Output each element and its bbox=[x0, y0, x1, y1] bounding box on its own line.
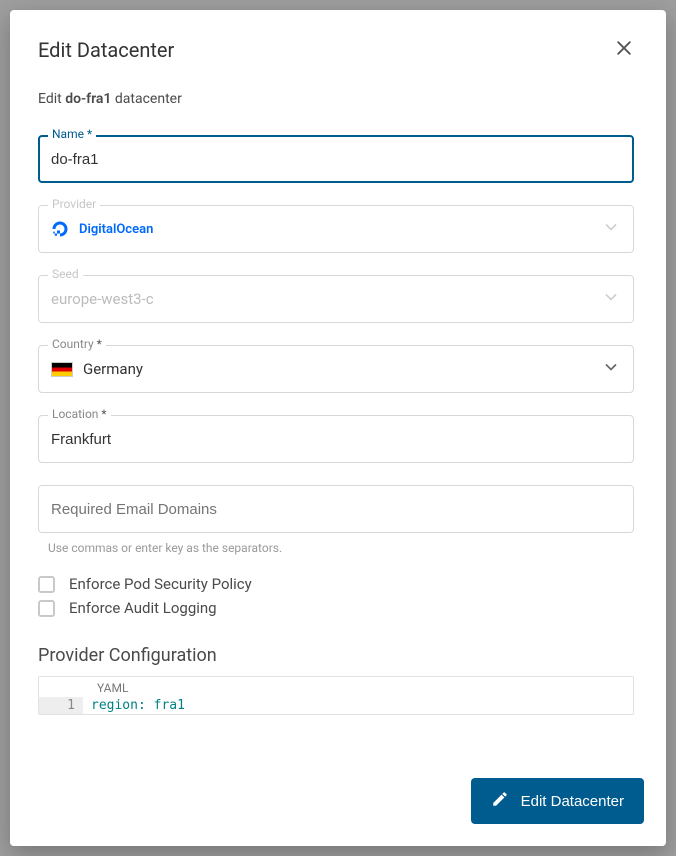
seed-label: Seed bbox=[48, 267, 83, 281]
email-domains-field: Use commas or enter key as the separator… bbox=[38, 485, 634, 555]
yaml-line-1: 1 region: fra1 bbox=[39, 697, 633, 714]
location-input[interactable] bbox=[51, 417, 621, 461]
seed-field: Seed europe-west3-c bbox=[38, 275, 634, 323]
country-label: Country * bbox=[48, 337, 106, 351]
name-input-wrapper bbox=[38, 135, 634, 183]
enforce-audit-logging-row: Enforce Audit Logging bbox=[38, 599, 634, 617]
enforce-audit-logging-checkbox[interactable] bbox=[38, 600, 55, 617]
line-number: 1 bbox=[39, 697, 83, 714]
country-field: Country * Germany bbox=[38, 345, 634, 393]
dialog-title: Edit Datacenter bbox=[38, 38, 174, 62]
pencil-icon bbox=[491, 790, 521, 812]
name-label: Name * bbox=[48, 127, 96, 141]
name-input[interactable] bbox=[51, 137, 621, 181]
location-input-wrapper bbox=[38, 415, 634, 463]
enforce-pod-security-checkbox[interactable] bbox=[38, 576, 55, 593]
subtitle-prefix: Edit bbox=[38, 91, 65, 107]
provider-select: DigitalOcean bbox=[38, 205, 634, 253]
seed-value: europe-west3-c bbox=[51, 290, 154, 308]
digitalocean-icon bbox=[51, 220, 69, 238]
edit-datacenter-dialog: Edit Datacenter Edit do-fra1 datacenter … bbox=[10, 10, 666, 846]
chevron-down-icon bbox=[601, 357, 621, 381]
subtitle-suffix: datacenter bbox=[111, 91, 181, 107]
subtitle-name: do-fra1 bbox=[65, 91, 111, 107]
location-label: Location * bbox=[48, 407, 111, 421]
email-domains-hint: Use commas or enter key as the separator… bbox=[48, 541, 634, 555]
location-field: Location * bbox=[38, 415, 634, 463]
provider-value: DigitalOcean bbox=[79, 222, 153, 237]
yaml-editor[interactable]: YAML 1 region: fra1 bbox=[38, 676, 634, 715]
seed-select: europe-west3-c bbox=[38, 275, 634, 323]
edit-datacenter-button[interactable]: Edit Datacenter bbox=[471, 778, 644, 824]
dialog-header: Edit Datacenter bbox=[10, 10, 666, 79]
dialog-footer: Edit Datacenter bbox=[10, 764, 666, 846]
name-field: Name * bbox=[38, 135, 634, 183]
provider-label: Provider bbox=[48, 197, 100, 211]
enforce-pod-security-label: Enforce Pod Security Policy bbox=[69, 575, 252, 593]
country-select[interactable]: Germany bbox=[38, 345, 634, 393]
provider-config-heading: Provider Configuration bbox=[38, 645, 634, 666]
country-value: Germany bbox=[83, 360, 143, 378]
chevron-down-icon bbox=[601, 217, 621, 241]
email-domains-input[interactable] bbox=[51, 487, 621, 531]
submit-label: Edit Datacenter bbox=[521, 793, 624, 810]
yaml-tab[interactable]: YAML bbox=[83, 679, 142, 697]
email-domains-input-wrapper bbox=[38, 485, 634, 533]
dialog-body[interactable]: Edit do-fra1 datacenter Name * Provider … bbox=[10, 79, 662, 764]
chevron-down-icon bbox=[601, 287, 621, 311]
close-button[interactable] bbox=[610, 34, 638, 65]
provider-field: Provider DigitalOcean bbox=[38, 205, 634, 253]
dialog-subtitle: Edit do-fra1 datacenter bbox=[38, 91, 634, 107]
yaml-content[interactable]: region: fra1 bbox=[83, 697, 193, 714]
germany-flag-icon bbox=[51, 362, 73, 377]
close-icon bbox=[614, 46, 634, 61]
enforce-audit-logging-label: Enforce Audit Logging bbox=[69, 599, 217, 617]
enforce-pod-security-row: Enforce Pod Security Policy bbox=[38, 575, 634, 593]
